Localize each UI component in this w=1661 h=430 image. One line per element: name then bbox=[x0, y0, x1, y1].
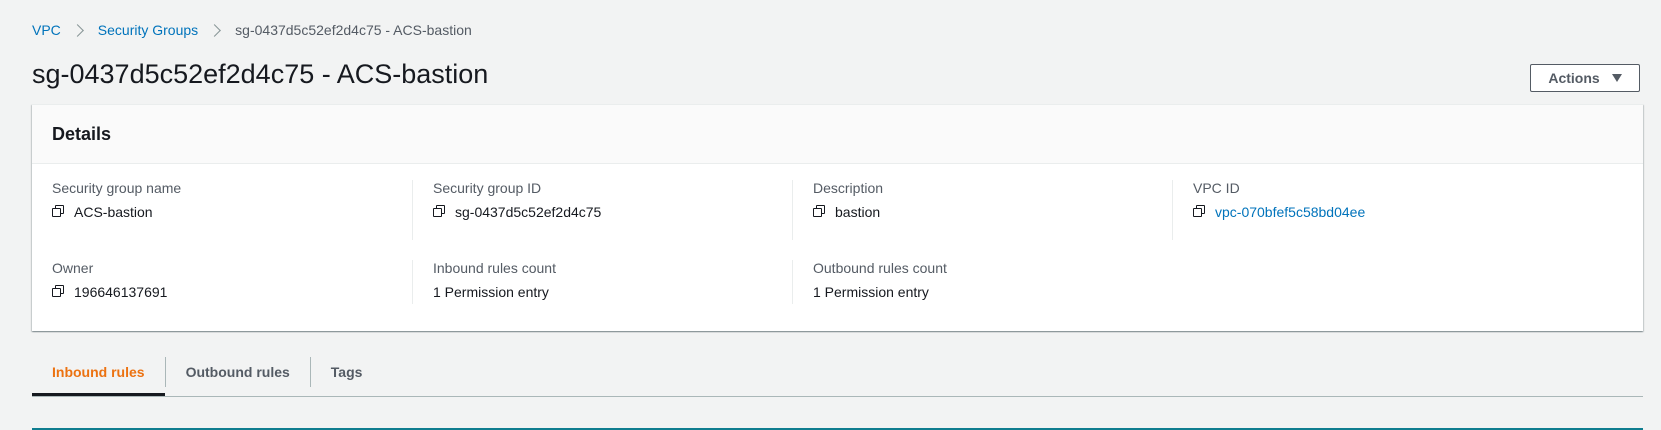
copy-icon[interactable] bbox=[1193, 205, 1207, 219]
details-title: Details bbox=[52, 123, 112, 144]
copy-icon[interactable] bbox=[52, 285, 66, 299]
tab-bar: Inbound rules Outbound rules Tags bbox=[32, 348, 1643, 397]
breadcrumb-vpc-link[interactable]: VPC bbox=[32, 22, 61, 38]
outbound-rules-count-value: 1 Permission entry bbox=[813, 284, 929, 300]
inbound-rules-count-value: 1 Permission entry bbox=[433, 284, 549, 300]
chevron-right-icon bbox=[208, 23, 222, 37]
breadcrumb-security-groups-link[interactable]: Security Groups bbox=[98, 22, 198, 38]
field-label: Outbound rules count bbox=[813, 260, 947, 276]
owner-value: 196646137691 bbox=[74, 284, 168, 300]
tab-inbound-rules[interactable]: Inbound rules bbox=[32, 348, 165, 396]
field-value: bastion bbox=[813, 204, 880, 220]
field-security-group-id: Security group ID sg-0437d5c52ef2d4c75 bbox=[412, 180, 793, 240]
field-description: Description bastion bbox=[792, 180, 1173, 240]
security-group-name-value: ACS-bastion bbox=[74, 204, 153, 220]
page-title: sg-0437d5c52ef2d4c75 - ACS-bastion bbox=[32, 59, 489, 89]
security-group-detail-page: VPC Security Groups sg-0437d5c52ef2d4c75… bbox=[0, 0, 1661, 430]
field-value: vpc-070bfef5c58bd04ee bbox=[1193, 204, 1365, 220]
breadcrumb-current: sg-0437d5c52ef2d4c75 - ACS-bastion bbox=[235, 22, 472, 38]
field-label: Security group ID bbox=[433, 180, 542, 196]
description-value: bastion bbox=[835, 204, 881, 220]
field-owner: Owner 196646137691 bbox=[32, 244, 412, 300]
actions-button-label: Actions bbox=[1548, 70, 1600, 86]
field-label: VPC ID bbox=[1193, 180, 1240, 196]
field-label: Description bbox=[813, 180, 884, 196]
breadcrumb: VPC Security Groups sg-0437d5c52ef2d4c75… bbox=[32, 20, 472, 40]
field-vpc-id: VPC ID vpc-070bfef5c58bd04ee bbox=[1172, 180, 1553, 240]
field-value: ACS-bastion bbox=[52, 204, 153, 220]
field-label: Inbound rules count bbox=[433, 260, 556, 276]
copy-icon[interactable] bbox=[52, 205, 66, 219]
field-value: sg-0437d5c52ef2d4c75 bbox=[433, 204, 601, 220]
details-panel: Details Security group name ACS-bastion … bbox=[32, 104, 1643, 331]
caret-down-icon bbox=[1611, 74, 1622, 82]
field-label: Owner bbox=[52, 260, 94, 276]
tab-tags[interactable]: Tags bbox=[311, 348, 383, 395]
vpc-id-link[interactable]: vpc-070bfef5c58bd04ee bbox=[1215, 204, 1365, 220]
chevron-right-icon bbox=[70, 23, 84, 37]
tab-outbound-rules[interactable]: Outbound rules bbox=[166, 348, 310, 395]
field-value: 196646137691 bbox=[52, 284, 167, 300]
actions-button[interactable]: Actions bbox=[1530, 64, 1640, 92]
copy-icon[interactable] bbox=[433, 205, 447, 219]
field-security-group-name: Security group name ACS-bastion bbox=[32, 164, 412, 220]
field-inbound-rules-count: Inbound rules count 1 Permission entry bbox=[412, 260, 793, 304]
field-outbound-rules-count: Outbound rules count 1 Permission entry bbox=[792, 260, 1173, 304]
security-group-id-value: sg-0437d5c52ef2d4c75 bbox=[455, 204, 602, 220]
details-header: Details bbox=[32, 105, 1643, 164]
copy-icon[interactable] bbox=[813, 205, 827, 219]
field-label: Security group name bbox=[52, 180, 182, 196]
